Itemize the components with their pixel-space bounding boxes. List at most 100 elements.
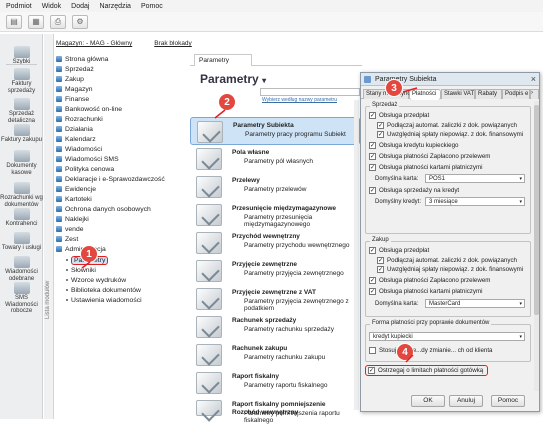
goods-icon (13, 232, 30, 244)
checkbox-icon: ✓ (377, 257, 384, 264)
tree-item[interactable]: Kartoteki (56, 194, 92, 204)
module-item[interactable]: Rachunek sprzedaży Parametry rachunku sp… (190, 313, 360, 341)
sidebar-item-messages[interactable]: Wiadomości odebrane (0, 256, 43, 282)
tree-item[interactable]: Rozrachunki (56, 114, 103, 124)
module-item[interactable]: Przychód wewnętrzny Parametry przychodu … (190, 229, 360, 257)
tree-item[interactable]: Zest (56, 234, 78, 244)
sidebar-item-purchase[interactable]: Faktury zakupu (0, 124, 43, 144)
locks-link[interactable]: Brak blokady (154, 40, 192, 47)
checkbox-sprzedaz-kredyt[interactable]: ✓ Obsługa sprzedaży na kredyt (369, 187, 459, 194)
folder-icon (56, 66, 62, 72)
checkbox-karty-zakup[interactable]: ✓ Obsługa płatności kartami płatniczymi (369, 288, 483, 295)
sidebar-item-settlements[interactable]: Rozrachunki wg dokumentów (0, 182, 43, 208)
menu-narzedzia[interactable]: Narzędzia (99, 3, 131, 10)
tree-item[interactable]: Bankowość on-line (56, 104, 122, 114)
cancel-button[interactable]: Anuluj (449, 395, 483, 407)
checkbox-splaty-sprzedaz[interactable]: ✓ Uwzględniaj spłaty niepowiąz. z dok. fi… (377, 131, 523, 138)
parametry-subiekta-dialog: Parametry Subiekta × Stany magazynowe Pł… (360, 72, 540, 412)
checkbox-przelew-zakup[interactable]: ✓ Obsługa płatności Zapłacono przelewem (369, 277, 490, 284)
sidebar-item-invoices[interactable]: Faktury sprzedaży (0, 68, 43, 94)
tree-item[interactable]: Biblioteka dokumentów (66, 285, 141, 295)
tree-item[interactable]: Wzorce wydruków (66, 275, 126, 285)
payment-form-select[interactable]: kredyt kupiecki ▾ (369, 332, 525, 341)
tree-item[interactable]: Finanse (56, 94, 89, 104)
menu-widok[interactable]: Widok (42, 3, 61, 10)
tree-item[interactable]: Sprzedaż (56, 64, 94, 74)
module-item[interactable]: Pola własne Parametry pól własnych (190, 145, 360, 173)
ok-button[interactable]: OK (411, 395, 445, 407)
tab-stawki-vat[interactable]: Stawki VAT (441, 89, 475, 99)
tree-item[interactable]: Wiadomości (56, 144, 102, 154)
tab-rabaty[interactable]: Rabaty (475, 89, 502, 99)
page-title[interactable]: Parametry ▾ (200, 72, 266, 86)
tree-item[interactable]: Ustawienia wiadomości (66, 295, 142, 305)
new-icon[interactable]: ▤ (6, 14, 22, 29)
search-hint[interactable]: Wybierz według nazwy parametru (262, 97, 337, 103)
sidebar-top-label[interactable]: Szybki (0, 46, 43, 66)
module-parametry-subiekta[interactable]: Parametry Subiekta Parametry pracy progr… (190, 117, 360, 145)
tree-item[interactable]: Działania (56, 124, 93, 134)
module-item[interactable]: Raport fiskalny Parametry raportu fiskal… (190, 369, 360, 397)
menu-podmiot[interactable]: Podmiot (6, 3, 32, 10)
tree-item[interactable]: Ewidencje (56, 184, 96, 194)
tree-item[interactable]: Kalendarz (56, 134, 96, 144)
checkbox-przedplaty-zakup[interactable]: ✓ Obsługa przedpłat (369, 247, 429, 254)
module-item[interactable]: Rachunek zakupu Parametry rachunku zakup… (190, 341, 360, 369)
menu-dodaj[interactable]: Dodaj (71, 3, 89, 10)
tree-item[interactable]: Deklaracje i e-Sprawozdawczość (56, 174, 165, 184)
folder-icon (56, 206, 62, 212)
sidebar-item-contractors[interactable]: Kontrahenci (0, 208, 43, 228)
tree-item[interactable]: Magazyn (56, 84, 93, 94)
checkbox-zaliczki-sprzedaz[interactable]: ✓ Podłączaj automat. zaliczki z dok. powi… (377, 122, 517, 129)
scrollbar-thumb[interactable] (534, 105, 539, 315)
checkbox-icon: ✓ (369, 112, 376, 119)
tree-item[interactable]: Polityka cenowa (56, 164, 114, 174)
sms-icon (56, 156, 62, 162)
folder-icon (56, 226, 62, 232)
cart-icon[interactable]: ▦ (28, 14, 44, 29)
checkbox-przelew-sprzedaz[interactable]: ✓ Obsługa płatności Zapłacono przelewem (369, 153, 490, 160)
help-button[interactable]: Pomoc (491, 395, 525, 407)
close-icon[interactable]: × (531, 74, 536, 84)
tree-item[interactable]: Zakup (56, 74, 84, 84)
tree-item[interactable]: vende (56, 224, 84, 234)
module-item[interactable]: Przesunięcie międzymagazynowe Parametry … (190, 201, 360, 229)
checkbox-splaty-zakup[interactable]: ✓ Uwzględniaj spłaty niepowiąz. z dok. fi… (377, 266, 523, 273)
tree-item[interactable]: Ochrona danych osobowych (56, 204, 151, 214)
tab-podpis[interactable]: Podpis e (502, 89, 530, 99)
tree-item[interactable]: Wiadomości SMS (56, 154, 119, 164)
default-card-select-zakup[interactable]: MasterCard ▾ (425, 299, 525, 308)
tree-item[interactable]: Słowniki (66, 265, 96, 275)
module-item[interactable]: Przyjęcie zewnętrzne z VAT Parametry prz… (190, 285, 360, 313)
menu-pomoc[interactable]: Pomoc (141, 3, 163, 10)
module-item[interactable]: Przelewy Parametry przelewów (190, 173, 360, 201)
tree-item[interactable]: Strona główna (56, 54, 108, 64)
search-input[interactable] (260, 88, 360, 96)
dialog-scrollbar[interactable] (534, 101, 539, 391)
checkbox-przedplaty-sprzedaz[interactable]: ✓ Obsługa przedpłat (369, 112, 429, 119)
module-list-strip[interactable]: Lista modułów (44, 34, 54, 419)
module-item-title[interactable]: Rozchód wewnętrzny (232, 409, 298, 416)
tab-platnosci[interactable]: Płatności (409, 89, 441, 100)
module-item[interactable]: Przyjęcie zewnętrzne Parametry przyjęcia… (190, 257, 360, 285)
folder-icon (56, 196, 62, 202)
tab-parametry[interactable]: Parametry (194, 54, 252, 66)
print-icon[interactable]: ⎙ (50, 14, 66, 29)
main-scrollbar[interactable] (354, 100, 359, 410)
sidebar-item-retail[interactable]: Sprzedaż detaliczna (0, 98, 43, 124)
tree-item[interactable]: Naklejki (56, 214, 89, 224)
settings-icon[interactable]: ⚙ (72, 14, 88, 29)
default-credit-select[interactable]: 3 miesiące ▾ (425, 197, 525, 206)
sidebar-item-sms[interactable]: SMS Wiadomości robocze (0, 282, 43, 315)
checkbox-kredyt-kupiecki[interactable]: ✓ Obsługa kredytu kupieckiego (369, 142, 458, 149)
menu-bar: Podmiot Widok Dodaj Narzędzia Pomoc (0, 0, 543, 12)
checkbox-zaliczki-zakup[interactable]: ✓ Podłączaj automat. zaliczki z dok. powi… (377, 257, 517, 264)
sidebar-item-cash[interactable]: Dokumenty kasowe (0, 150, 43, 176)
checkbox-stosuj[interactable]: Stosuj równie...dy zmianie... ch od klie… (369, 347, 493, 354)
tab-scroll-right-icon[interactable]: › (530, 89, 539, 99)
default-card-select[interactable]: POS1 ▾ (425, 174, 525, 183)
checkbox-karty-sprzedaz[interactable]: ✓ Obsługa płatności kartami płatniczymi (369, 164, 483, 171)
warehouse-link[interactable]: Magazyn: - MAG - Główny (56, 40, 132, 47)
sidebar-item-goods[interactable]: Towary i usługi (0, 232, 43, 252)
checkbox-ostrzegaj-limity[interactable]: ✓ Ostrzegaj o limitach płatności gotówką (365, 365, 489, 376)
